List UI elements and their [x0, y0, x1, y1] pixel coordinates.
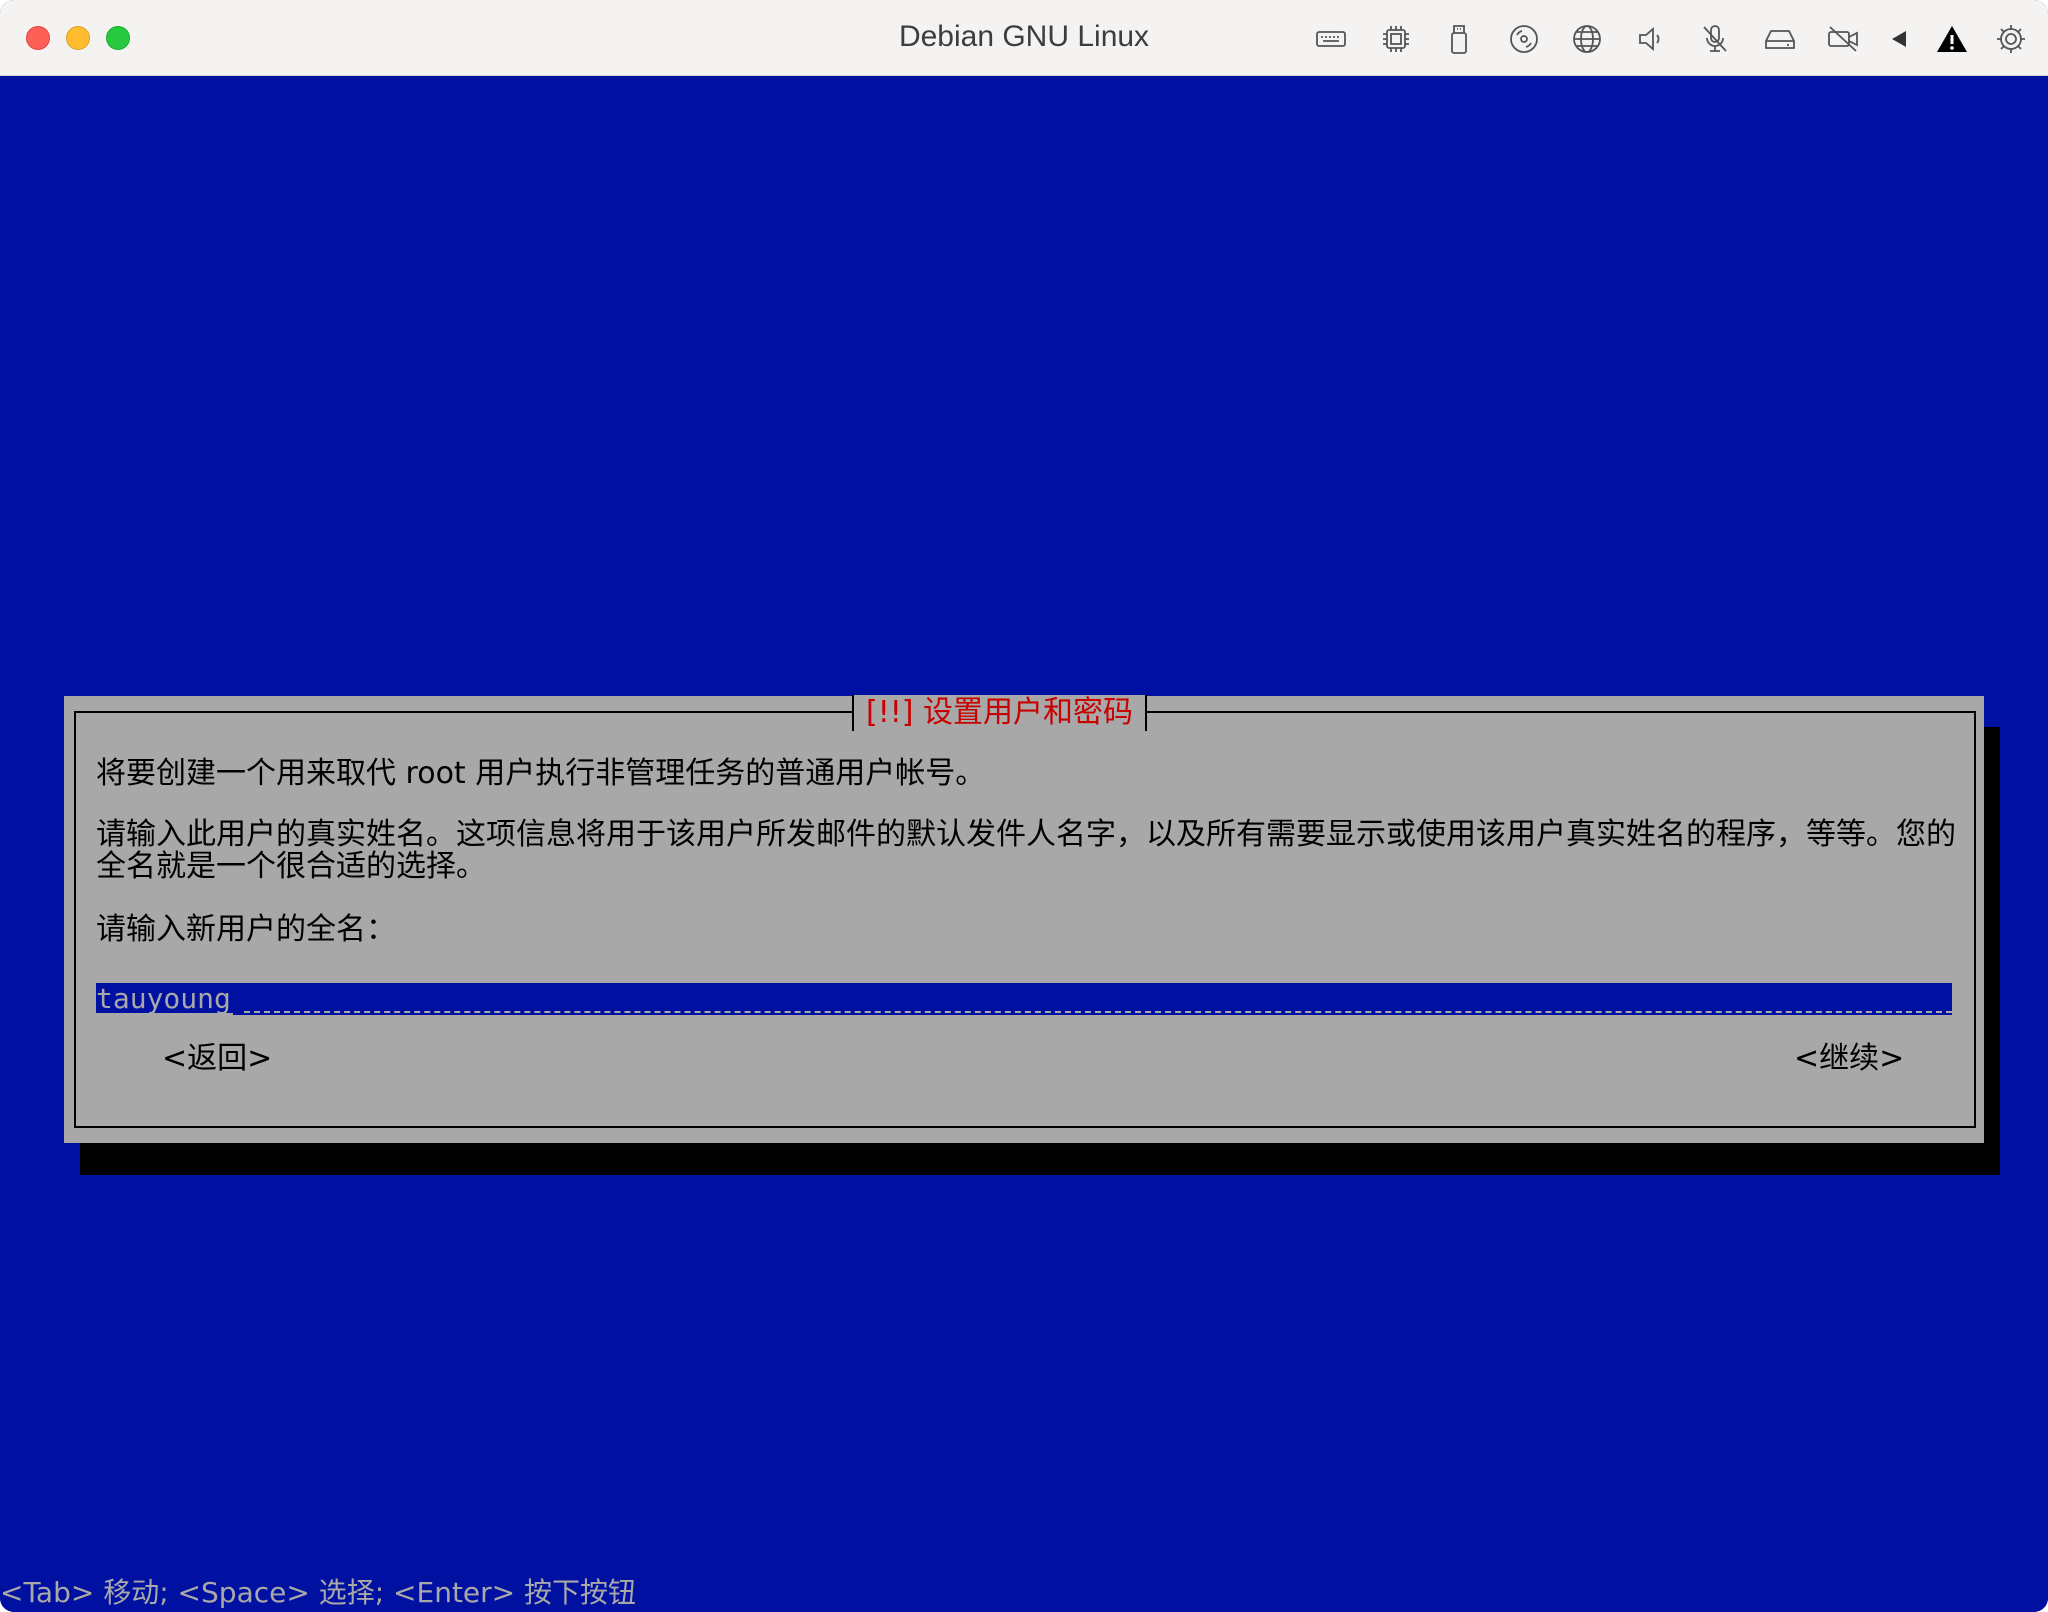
close-window-button[interactable]: [26, 26, 50, 50]
back-arrow-icon[interactable]: [1880, 20, 1918, 58]
microphone-muted-icon[interactable]: [1696, 20, 1734, 58]
disc-icon[interactable]: [1505, 20, 1543, 58]
gear-icon[interactable]: [1992, 20, 2030, 58]
key-help-bar: <Tab> 移动; <Space> 选择; <Enter> 按下按钮: [0, 1576, 637, 1609]
hard-drive-icon[interactable]: [1761, 20, 1799, 58]
vm-window: Debian GNU Linux [!!] 设置用户和密码 将要创建一个用来取代…: [0, 0, 2048, 1612]
setup-user-dialog: [!!] 设置用户和密码 将要创建一个用来取代 root 用户执行非管理任务的普…: [64, 695, 1984, 1143]
description-text: 请输入此用户的真实姓名。这项信息将用于该用户所发邮件的默认发件人名字，以及所有需…: [96, 817, 1956, 884]
intro-text: 将要创建一个用来取代 root 用户执行非管理任务的普通用户帐号。: [96, 756, 986, 791]
warning-icon[interactable]: [1933, 20, 1971, 58]
usb-drive-icon[interactable]: [1440, 20, 1478, 58]
continue-button[interactable]: <继续>: [1794, 1041, 1904, 1077]
cpu-icon[interactable]: [1377, 20, 1415, 58]
camera-off-icon[interactable]: [1824, 20, 1862, 58]
input-underline: [244, 1011, 1952, 1013]
network-globe-icon[interactable]: [1568, 20, 1606, 58]
window-title: Debian GNU Linux: [898, 20, 1150, 53]
dialog-title: [!!] 设置用户和密码: [852, 695, 1147, 731]
title-bar: Debian GNU Linux: [0, 0, 2048, 76]
full-name-value[interactable]: tauyoung: [96, 983, 233, 1015]
minimize-window-button[interactable]: [66, 26, 90, 50]
installer-console: [!!] 设置用户和密码 将要创建一个用来取代 root 用户执行非管理任务的普…: [0, 76, 2048, 1612]
keyboard-icon[interactable]: [1312, 20, 1350, 58]
full-name-input[interactable]: tauyoung: [96, 983, 1952, 1015]
back-button[interactable]: <返回>: [162, 1041, 272, 1077]
full-name-prompt: 请输入新用户的全名：: [96, 912, 396, 947]
zoom-window-button[interactable]: [106, 26, 130, 50]
speaker-icon[interactable]: [1633, 20, 1671, 58]
